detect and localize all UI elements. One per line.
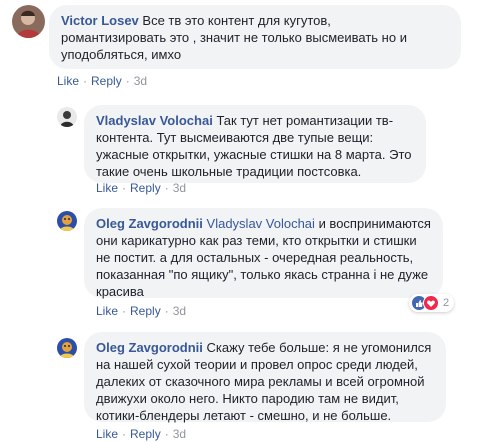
comment-text-line: ужасные открытки, ужасные стишки на 8 ма…	[96, 147, 412, 162]
like-button[interactable]: Like	[96, 181, 118, 195]
comment-bubble: Oleg Zavgorodnii Vladyslav Volochai и во…	[84, 208, 443, 299]
comment-text-line: контента. Тут высмеиваются две тупые вещ…	[96, 130, 374, 145]
reply-button[interactable]: Reply	[91, 74, 122, 88]
comment-bubble: Victor Losev Все тв это контент для кугу…	[49, 5, 461, 69]
comment-actions: Like · Reply · 3d	[96, 304, 187, 318]
like-button[interactable]: Like	[96, 304, 118, 318]
author-name[interactable]: Oleg Zavgorodnii	[96, 216, 203, 231]
comment-bubble: Vladyslav Volochai Так тут нет романтиза…	[84, 105, 426, 183]
reaction-count: 2	[443, 297, 450, 309]
reply-button[interactable]: Reply	[130, 304, 161, 318]
comment-text-line: показанная "по ящику", только якась стра…	[96, 267, 429, 282]
comment-text-line: и воспринимаются	[318, 216, 431, 231]
comment-text-line: Все тв это контент для кугутов,	[142, 13, 331, 28]
avatar[interactable]	[12, 5, 45, 38]
comment-actions: Like · Reply · 3d	[96, 427, 187, 441]
avatar[interactable]	[57, 211, 77, 231]
reactions-badge[interactable]: 2	[409, 294, 455, 312]
author-name[interactable]: Victor Losev	[61, 13, 139, 28]
like-button[interactable]: Like	[96, 427, 118, 441]
comment-text-line: Так тут нет романтизации тв-	[216, 113, 394, 128]
comment-text-line: на нашей сухой теории и провел опрос сре…	[96, 357, 418, 372]
reply-button[interactable]: Reply	[130, 181, 161, 195]
author-name[interactable]: Oleg Zavgorodnii	[96, 340, 203, 355]
comment-bubble: Oleg Zavgorodnii Скажу тебе больше: я не…	[84, 332, 446, 423]
comment-text-line: они карикатурно как раз теми, кто открыт…	[96, 233, 417, 248]
comment-text-line: уподобляться, имхо	[61, 47, 182, 62]
comment-text-line: далеких от сказочного мира рекламы и все…	[96, 374, 425, 389]
comment-text-line: Скажу тебе больше: я не угомонился	[206, 340, 432, 355]
comment-text-line: романтизировать это , значит не только в…	[61, 30, 407, 45]
comment-actions: Like · Reply · 3d	[96, 181, 187, 195]
timestamp[interactable]: 3d	[173, 427, 186, 441]
avatar-photo-icon	[57, 211, 77, 231]
comment-text-line: такие очень школьные традиции постсовка.	[96, 164, 362, 179]
avatar-photo-icon	[57, 107, 77, 127]
mention-link[interactable]: Vladyslav Volochai	[207, 216, 315, 231]
timestamp[interactable]: 3d	[173, 304, 186, 318]
like-button[interactable]: Like	[57, 74, 79, 88]
timestamp[interactable]: 3d	[173, 181, 186, 195]
avatar[interactable]	[57, 107, 77, 127]
comment-text-line: не постит. а для остальных - очередная р…	[96, 250, 414, 265]
love-reaction-icon	[423, 295, 439, 311]
comment-actions: Like · Reply · 3d	[57, 74, 148, 88]
avatar-photo-icon	[57, 338, 77, 358]
avatar-photo-icon	[12, 5, 45, 38]
avatar[interactable]	[57, 338, 77, 358]
author-name[interactable]: Vladyslav Volochai	[96, 113, 213, 128]
comment-text-line: красива	[96, 284, 144, 299]
reply-button[interactable]: Reply	[130, 427, 161, 441]
comment-text-line: котики-блендеры летают - смешно, и не бо…	[96, 408, 392, 423]
timestamp[interactable]: 3d	[134, 74, 147, 88]
comment-text-line: движухи около него. Никто пародию там не…	[96, 391, 399, 406]
